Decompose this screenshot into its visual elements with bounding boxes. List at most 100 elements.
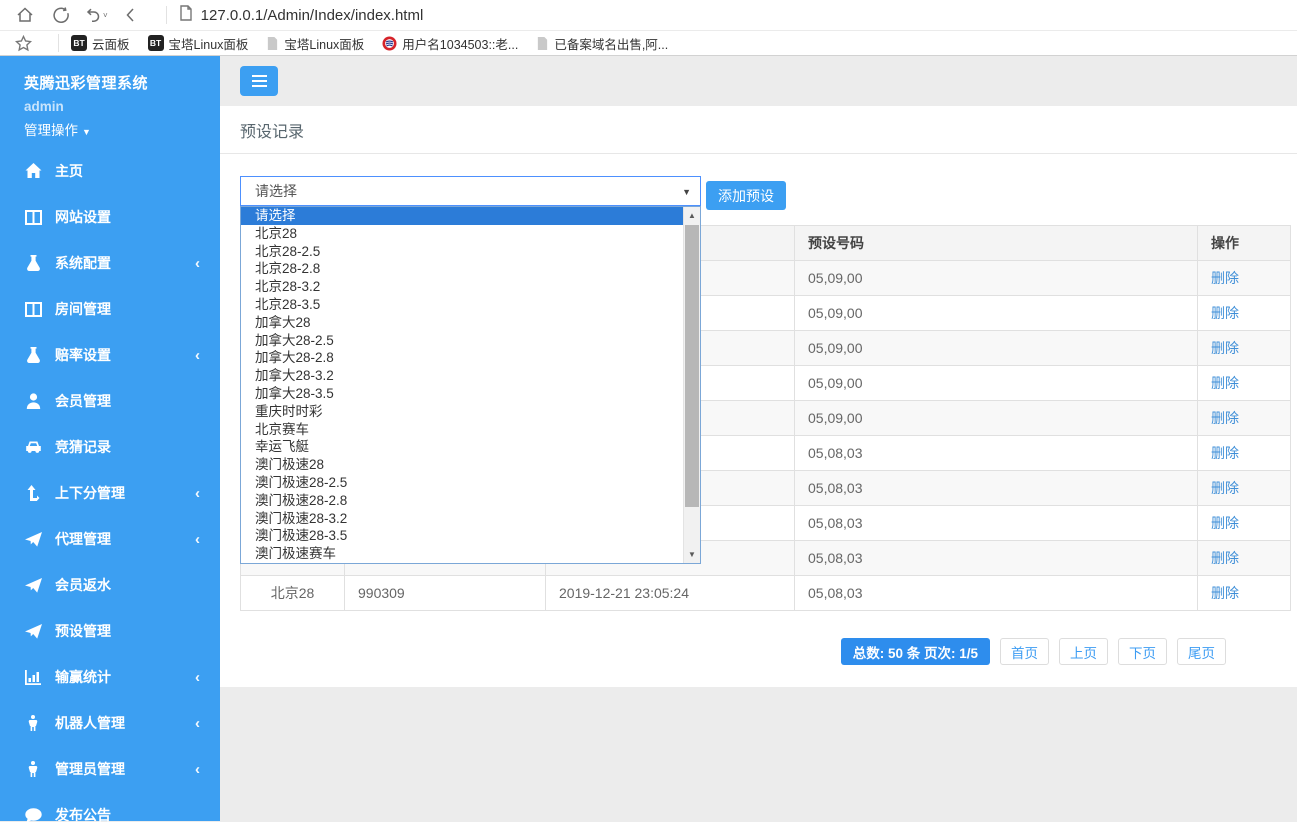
- select-option[interactable]: 加拿大28-2.5: [241, 332, 683, 350]
- scroll-up-icon[interactable]: ▲: [684, 207, 700, 224]
- page-icon: [266, 36, 279, 51]
- sidebar-item-admin-management[interactable]: 管理员管理 ‹: [0, 746, 220, 792]
- bt-logo-icon: BT: [148, 35, 164, 51]
- sidebar-item-room-management[interactable]: 房间管理: [0, 286, 220, 332]
- page-icon: [536, 36, 549, 51]
- sidebar-item-points-management[interactable]: 上下分管理 ‹: [0, 470, 220, 516]
- url-bar[interactable]: 127.0.0.1/Admin/Index/index.html: [201, 7, 424, 24]
- logged-in-user: admin: [24, 99, 220, 114]
- sidebar-item-member-rebate[interactable]: 会员返水: [0, 562, 220, 608]
- undo-button[interactable]: ˅: [84, 6, 108, 24]
- select-option[interactable]: 请选择: [241, 207, 683, 225]
- home-nav-icon[interactable]: [12, 5, 38, 25]
- last-page-button[interactable]: 尾页: [1177, 638, 1226, 665]
- sidebar-item-system-config[interactable]: 系统配置 ‹: [0, 240, 220, 286]
- chevron-left-icon: ‹: [195, 485, 200, 502]
- scrollbar-thumb[interactable]: [685, 225, 699, 507]
- delete-link[interactable]: 删除: [1211, 480, 1239, 496]
- add-preset-button[interactable]: 添加预设: [706, 181, 786, 210]
- chevron-left-icon: ‹: [195, 255, 200, 272]
- home-icon: [24, 163, 42, 179]
- sidebar-item-winloss-stats[interactable]: 输赢统计 ‹: [0, 654, 220, 700]
- comment-icon: [24, 808, 42, 822]
- col-preset-number: 预设号码: [795, 226, 1198, 261]
- updown-icon: [24, 485, 42, 501]
- select-option[interactable]: 澳门极速28-2.8: [241, 492, 683, 510]
- first-page-button[interactable]: 首页: [1000, 638, 1049, 665]
- caret-down-icon: ▼: [82, 127, 91, 137]
- divider: [166, 6, 167, 24]
- sidebar-item-bet-records[interactable]: 竞猜记录: [0, 424, 220, 470]
- app-title: 英腾迅彩管理系统: [24, 72, 220, 93]
- delete-link[interactable]: 删除: [1211, 585, 1239, 601]
- select-option[interactable]: 北京赛车: [241, 421, 683, 439]
- reload-icon[interactable]: [48, 5, 74, 25]
- game-select[interactable]: 请选择 ▼: [240, 176, 701, 206]
- topbar: [220, 56, 1297, 106]
- main-area: 预设记录 请选择 ▼ 添加预设 预设号码: [220, 56, 1297, 821]
- select-option[interactable]: 澳门极速28-2.5: [241, 474, 683, 492]
- bookmark-star-icon[interactable]: [10, 33, 36, 53]
- sidebar-item-member-management[interactable]: 会员管理: [0, 378, 220, 424]
- delete-link[interactable]: 删除: [1211, 445, 1239, 461]
- page-doc-icon: [179, 5, 193, 26]
- sidebar-item-publish-notice[interactable]: 发布公告: [0, 792, 220, 822]
- bookmark-item[interactable]: 用户名1034503::老...: [382, 34, 518, 53]
- chevron-left-icon: ‹: [195, 669, 200, 686]
- select-option[interactable]: 幸运飞艇: [241, 438, 683, 456]
- flask-icon: [24, 255, 42, 271]
- bookmark-item[interactable]: 宝塔Linux面板: [266, 34, 364, 53]
- bt-logo-icon: BT: [71, 35, 87, 51]
- select-option[interactable]: 加拿大28: [241, 314, 683, 332]
- hamburger-menu-button[interactable]: [240, 66, 278, 96]
- bookmark-item[interactable]: BT 宝塔Linux面板: [148, 34, 249, 53]
- send-icon: [24, 532, 42, 547]
- sidebar-item-preset-management[interactable]: 预设管理: [0, 608, 220, 654]
- select-option[interactable]: 澳门极速28-3.5: [241, 527, 683, 545]
- delete-link[interactable]: 删除: [1211, 305, 1239, 321]
- bookmark-item[interactable]: BT 云面板: [71, 34, 130, 53]
- page-title: 预设记录: [220, 106, 1297, 154]
- select-option[interactable]: 北京28-2.5: [241, 243, 683, 261]
- select-option[interactable]: 加拿大28-2.8: [241, 349, 683, 367]
- select-option[interactable]: 北京28-2.8: [241, 260, 683, 278]
- select-option[interactable]: 北京28: [241, 225, 683, 243]
- back-icon[interactable]: [118, 5, 144, 25]
- delete-link[interactable]: 删除: [1211, 515, 1239, 531]
- bookmark-item[interactable]: 已备案域名出售,阿...: [536, 34, 668, 53]
- dropdown-scrollbar[interactable]: ▲ ▼: [683, 207, 700, 563]
- browser-chrome: ˅ 127.0.0.1/Admin/Index/index.html BT 云面…: [0, 0, 1297, 56]
- select-option[interactable]: 加拿大28-3.5: [241, 385, 683, 403]
- table-row: 北京289903092019-12-21 23:05:2405,08,03删除: [241, 576, 1291, 611]
- select-option[interactable]: 澳门极速28-3.2: [241, 510, 683, 528]
- select-option[interactable]: 北京28-3.2: [241, 278, 683, 296]
- user-icon: [24, 393, 42, 409]
- select-option[interactable]: 北京28-3.5: [241, 296, 683, 314]
- sidebar-item-site-settings[interactable]: 网站设置: [0, 194, 220, 240]
- person-icon: [24, 715, 42, 731]
- seal-icon: [382, 36, 397, 51]
- send-icon: [24, 624, 42, 639]
- delete-link[interactable]: 删除: [1211, 340, 1239, 356]
- flask-icon: [24, 347, 42, 363]
- scroll-down-icon[interactable]: ▼: [684, 546, 700, 563]
- select-option[interactable]: 澳门极速赛车: [241, 545, 683, 563]
- sidebar-item-robot-management[interactable]: 机器人管理 ‹: [0, 700, 220, 746]
- delete-link[interactable]: 删除: [1211, 550, 1239, 566]
- sidebar-item-home[interactable]: 主页: [0, 148, 220, 194]
- sidebar-item-agent-management[interactable]: 代理管理 ‹: [0, 516, 220, 562]
- undo-dropdown-caret[interactable]: ˅: [103, 11, 108, 20]
- sidebar: 英腾迅彩管理系统 admin 管理操作▼ 主页 网站设置 系统配置 ‹ 房间管理: [0, 56, 220, 821]
- delete-link[interactable]: 删除: [1211, 410, 1239, 426]
- select-option[interactable]: 加拿大28-3.2: [241, 367, 683, 385]
- select-option[interactable]: 澳门极速28: [241, 456, 683, 474]
- car-icon: [24, 440, 42, 454]
- columns-icon: [24, 302, 42, 317]
- delete-link[interactable]: 删除: [1211, 375, 1239, 391]
- prev-page-button[interactable]: 上页: [1059, 638, 1108, 665]
- sidebar-item-odds-settings[interactable]: 赔率设置 ‹: [0, 332, 220, 378]
- admin-actions-dropdown[interactable]: 管理操作▼: [24, 119, 220, 139]
- next-page-button[interactable]: 下页: [1118, 638, 1167, 665]
- select-option[interactable]: 重庆时时彩: [241, 403, 683, 421]
- delete-link[interactable]: 删除: [1211, 270, 1239, 286]
